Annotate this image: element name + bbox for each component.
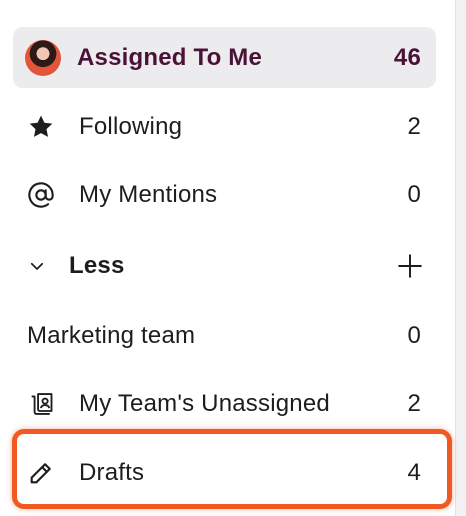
star-icon: [27, 113, 55, 141]
sidebar-item-assigned-to-me[interactable]: Assigned To Me 46: [13, 27, 436, 88]
sidebar-item-marketing-team[interactable]: Marketing team 0: [13, 305, 436, 366]
team-inbox-icon: [27, 390, 55, 418]
sidebar-item-count: 4: [407, 458, 421, 486]
sidebar-item-count: 2: [407, 389, 421, 417]
avatar: [25, 39, 61, 76]
sidebar-item-label: My Team's Unassigned: [79, 389, 330, 417]
sidebar-item-label: Marketing team: [27, 321, 196, 349]
sidebar-item-count: 0: [407, 180, 421, 208]
sidebar-item-label: My Mentions: [79, 180, 218, 208]
at-sign-icon: [27, 181, 55, 209]
panel-edge: [455, 0, 466, 516]
sidebar-item-count: 0: [407, 321, 421, 349]
sidebar-item-label: Following: [79, 112, 183, 140]
chevron-down-icon[interactable]: [27, 256, 47, 276]
sidebar-item-count: 46: [393, 43, 421, 71]
less-section-header[interactable]: Less: [13, 235, 436, 296]
sidebar-item-label: Assigned To Me: [77, 43, 263, 71]
sidebar-item-my-teams-unassigned[interactable]: My Team's Unassigned 2: [13, 373, 436, 434]
section-label: Less: [69, 251, 125, 279]
sidebar-item-following[interactable]: Following 2: [13, 96, 436, 157]
sidebar-item-my-mentions[interactable]: My Mentions 0: [13, 164, 436, 225]
sidebar-item-count: 2: [407, 112, 421, 140]
sidebar-item-label: Drafts: [79, 458, 145, 486]
plus-icon[interactable]: [397, 253, 423, 279]
pencil-icon: [27, 459, 55, 487]
sidebar-item-drafts[interactable]: Drafts 4: [13, 442, 436, 503]
